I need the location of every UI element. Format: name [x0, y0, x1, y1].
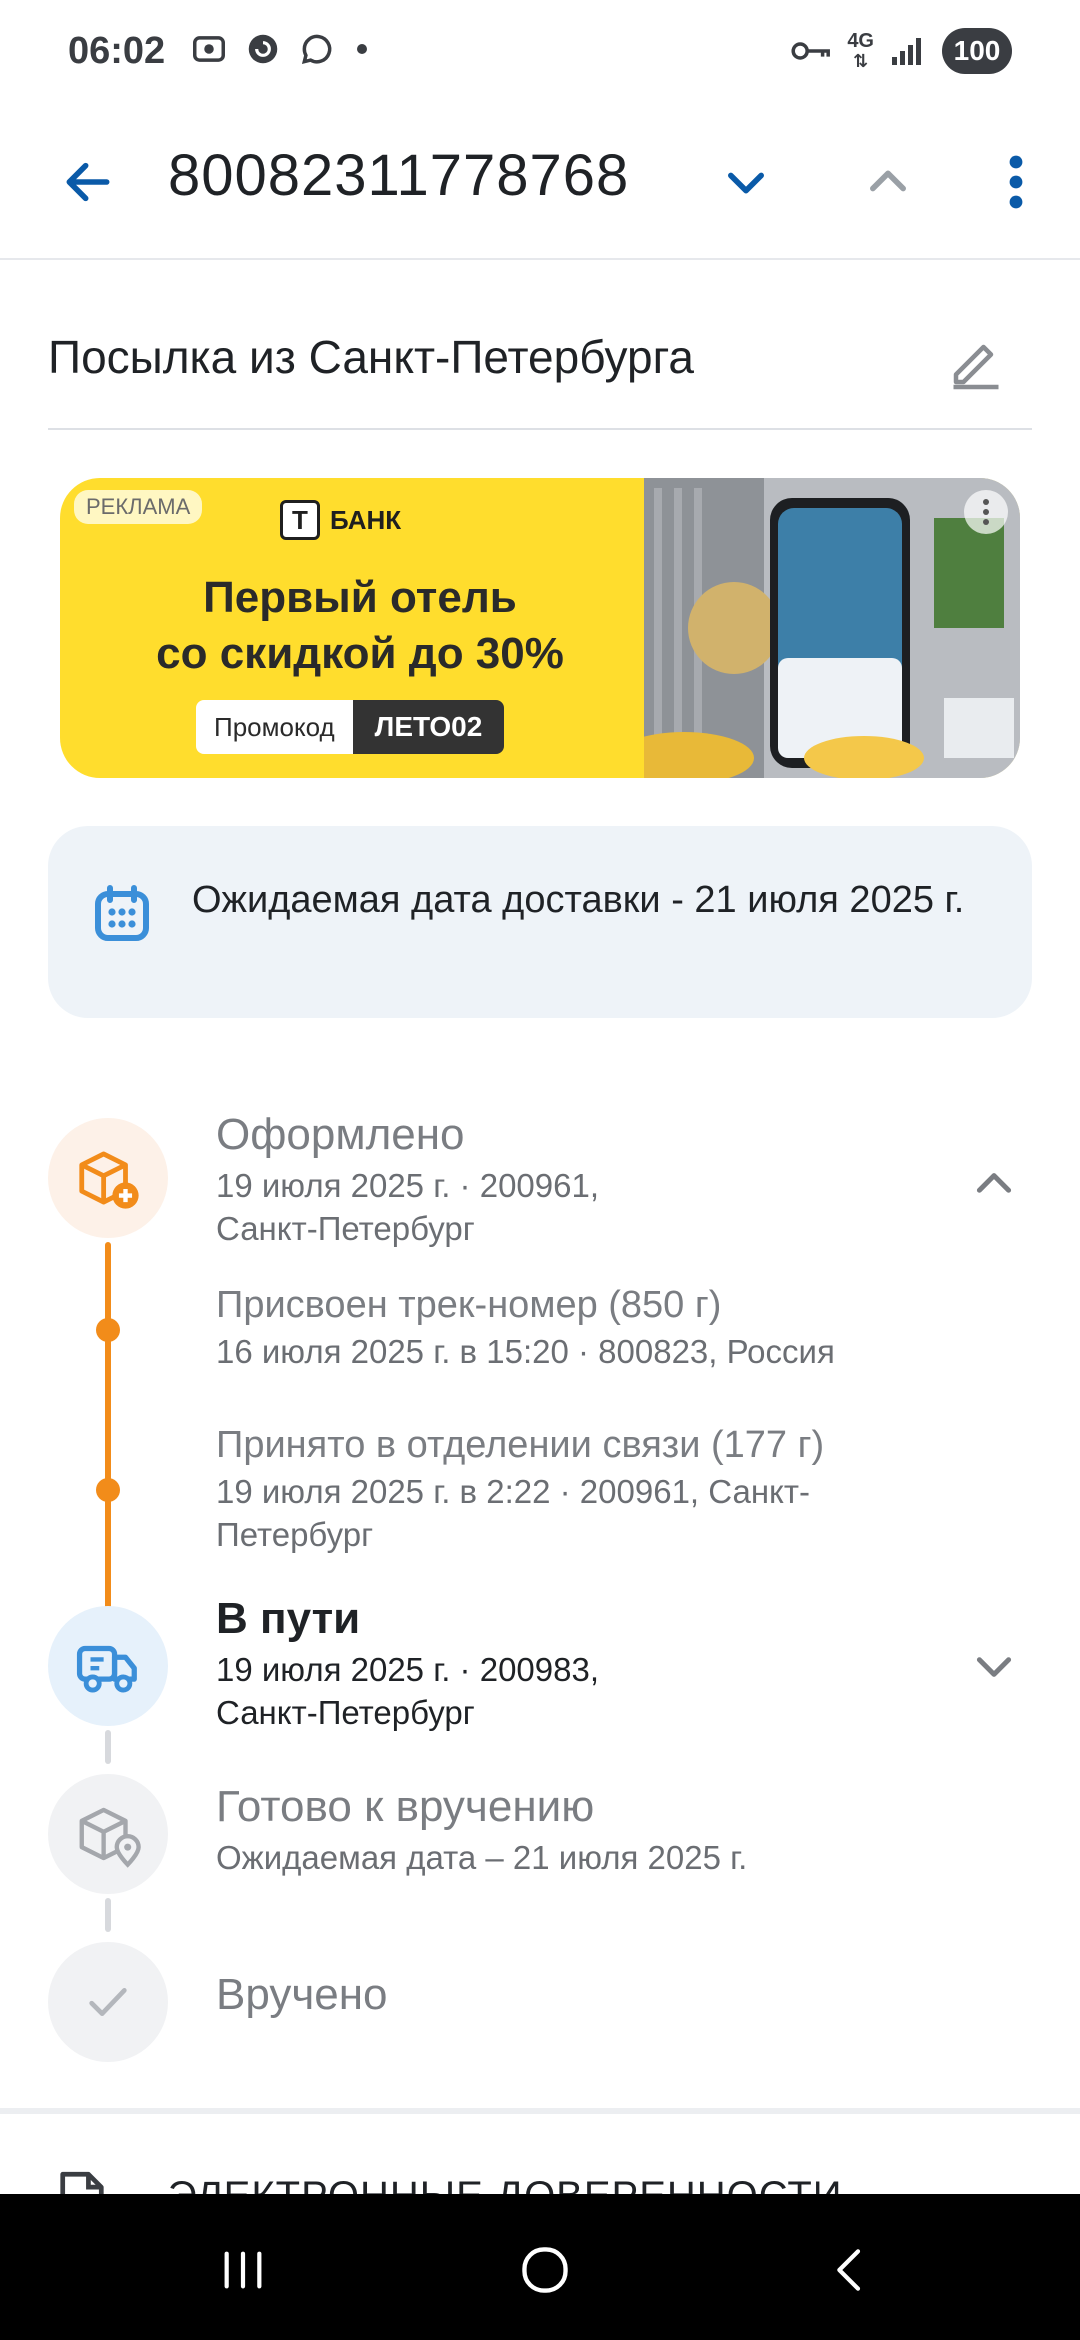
stage-delivered-badge: [48, 1942, 168, 2062]
parcel-title-row: Посылка из Санкт-Петербурга: [48, 300, 1032, 430]
event-track-assigned-details: 16 июля 2025 г. в 15:20 · 800823, Россия: [216, 1333, 835, 1370]
event-accepted-title: Принято в отделении связи (177 г): [216, 1424, 825, 1466]
more-options-button[interactable]: [986, 146, 1046, 218]
ad-promo-code: ЛЕТО02: [352, 700, 505, 754]
ad-brand-name: БАНК: [330, 504, 402, 535]
timeline-dot-step1: [96, 1318, 120, 1342]
ad-headline-line1: Первый отель: [203, 573, 517, 622]
event-accepted-details: 19 июля 2025 г. в 2:22 · 200961, Санкт-П…: [216, 1473, 810, 1553]
ad-promo-label: Промокод: [196, 700, 353, 754]
previous-parcel-button[interactable]: [852, 146, 924, 218]
expand-stage-in-transit-button[interactable]: [962, 1634, 1026, 1698]
chat-icon: [301, 34, 332, 65]
edit-title-button[interactable]: [944, 330, 1008, 394]
ad-phone-image: [614, 478, 1020, 778]
ad-options-button[interactable]: [964, 490, 1008, 534]
more-vertical-icon: [1009, 155, 1023, 209]
battery-indicator: 100: [942, 28, 1012, 74]
calendar-icon: [95, 885, 149, 941]
timeline-line-pending-1: [105, 1730, 111, 1764]
expected-delivery-card: Ожидаемая дата доставки - 21 июля 2025 г…: [48, 826, 1032, 1018]
ad-banner[interactable]: РЕКЛАМА Т БАНК Первый отель со скидкой д…: [60, 478, 1020, 778]
stage-ready-title: Готово к вручению: [216, 1782, 595, 1831]
parcel-title: Посылка из Санкт-Петербурга: [48, 331, 694, 383]
stage-in-transit-details: 19 июля 2025 г. · 200983, Санкт-Петербур…: [216, 1651, 599, 1731]
app-bar: 80082311778768: [0, 110, 1080, 260]
collapse-stage-created-button[interactable]: [962, 1152, 1026, 1216]
status-bar: 06:02 4G ⇅ 100: [0, 0, 1080, 110]
timeline-line-pending-2: [105, 1898, 111, 1932]
status-time: 06:02: [68, 30, 166, 72]
stage-created-badge: [48, 1118, 168, 1238]
chevron-up-icon: [976, 1173, 1012, 1193]
sync-icon: [248, 34, 278, 64]
next-parcel-button[interactable]: [710, 146, 782, 218]
ad-headline: Первый отель со скидкой до 30%: [100, 570, 620, 682]
home-button[interactable]: [490, 2230, 600, 2310]
back-icon: [837, 2249, 861, 2291]
box-plus-icon: [79, 1151, 139, 1209]
tbank-logo-icon: Т: [280, 500, 320, 540]
stage-ready-badge: [48, 1774, 168, 1894]
vpn-key-icon: [791, 42, 831, 60]
stage-ready-details: Ожидаемая дата – 21 июля 2025 г.: [216, 1839, 748, 1876]
dot-icon: [357, 44, 367, 54]
system-back-button[interactable]: [796, 2230, 906, 2310]
check-icon: [89, 1988, 127, 2016]
screenshot-icon: [193, 36, 225, 62]
arrow-left-icon: [66, 162, 110, 202]
power-of-attorney-label: ЭЛЕКТРОННЫЕ ДОВЕРЕННОСТИ: [168, 2174, 843, 2194]
chevron-up-icon: [870, 170, 906, 192]
ad-label: РЕКЛАМА: [74, 490, 203, 524]
timeline-dot-step2: [96, 1478, 120, 1502]
stage-in-transit-badge: [48, 1606, 168, 1726]
system-icons: 4G ⇅ 100: [789, 28, 1012, 74]
ad-promo: Промокод ЛЕТО02: [196, 700, 505, 754]
home-icon: [522, 2247, 568, 2293]
chevron-down-icon: [728, 172, 764, 194]
expected-delivery-text: Ожидаемая дата доставки - 21 июля 2025 г…: [192, 879, 965, 921]
ad-photo: [614, 478, 1020, 778]
track-number: 80082311778768: [168, 143, 630, 208]
power-of-attorney-row[interactable]: ЭЛЕКТРОННЫЕ ДОВЕРЕННОСТИ: [0, 2114, 1080, 2194]
ad-brand: Т БАНК: [280, 500, 401, 540]
stage-created-title: Оформлено: [216, 1110, 465, 1159]
stage-in-transit-title: В пути: [216, 1594, 361, 1643]
notification-icons: [190, 30, 372, 68]
network-type-icon: 4G ⇅: [847, 30, 874, 71]
pencil-icon: [953, 344, 999, 390]
network-type-label: 4G: [847, 30, 874, 52]
system-navigation-bar: [0, 2194, 1080, 2340]
more-vertical-icon: [983, 499, 989, 525]
stage-created-details: 19 июля 2025 г. · 200961, Санкт-Петербур…: [216, 1167, 599, 1247]
signal-icon: [892, 38, 921, 65]
document-icon: [60, 2171, 104, 2194]
chevron-down-icon: [976, 1657, 1012, 1677]
stage-delivered-title: Вручено: [216, 1970, 388, 2019]
event-track-assigned-title: Присвоен трек-номер (850 г): [216, 1284, 722, 1326]
ad-headline-line2: со скидкой до 30%: [156, 629, 564, 678]
recent-apps-button[interactable]: [188, 2230, 298, 2310]
truck-icon: [76, 1645, 137, 1693]
tracking-timeline: Оформлено 19 июля 2025 г. · 200961, Санк…: [0, 1080, 1080, 2110]
box-location-icon: [79, 1807, 141, 1868]
back-button[interactable]: [52, 146, 124, 218]
recent-apps-icon: [224, 2251, 262, 2289]
